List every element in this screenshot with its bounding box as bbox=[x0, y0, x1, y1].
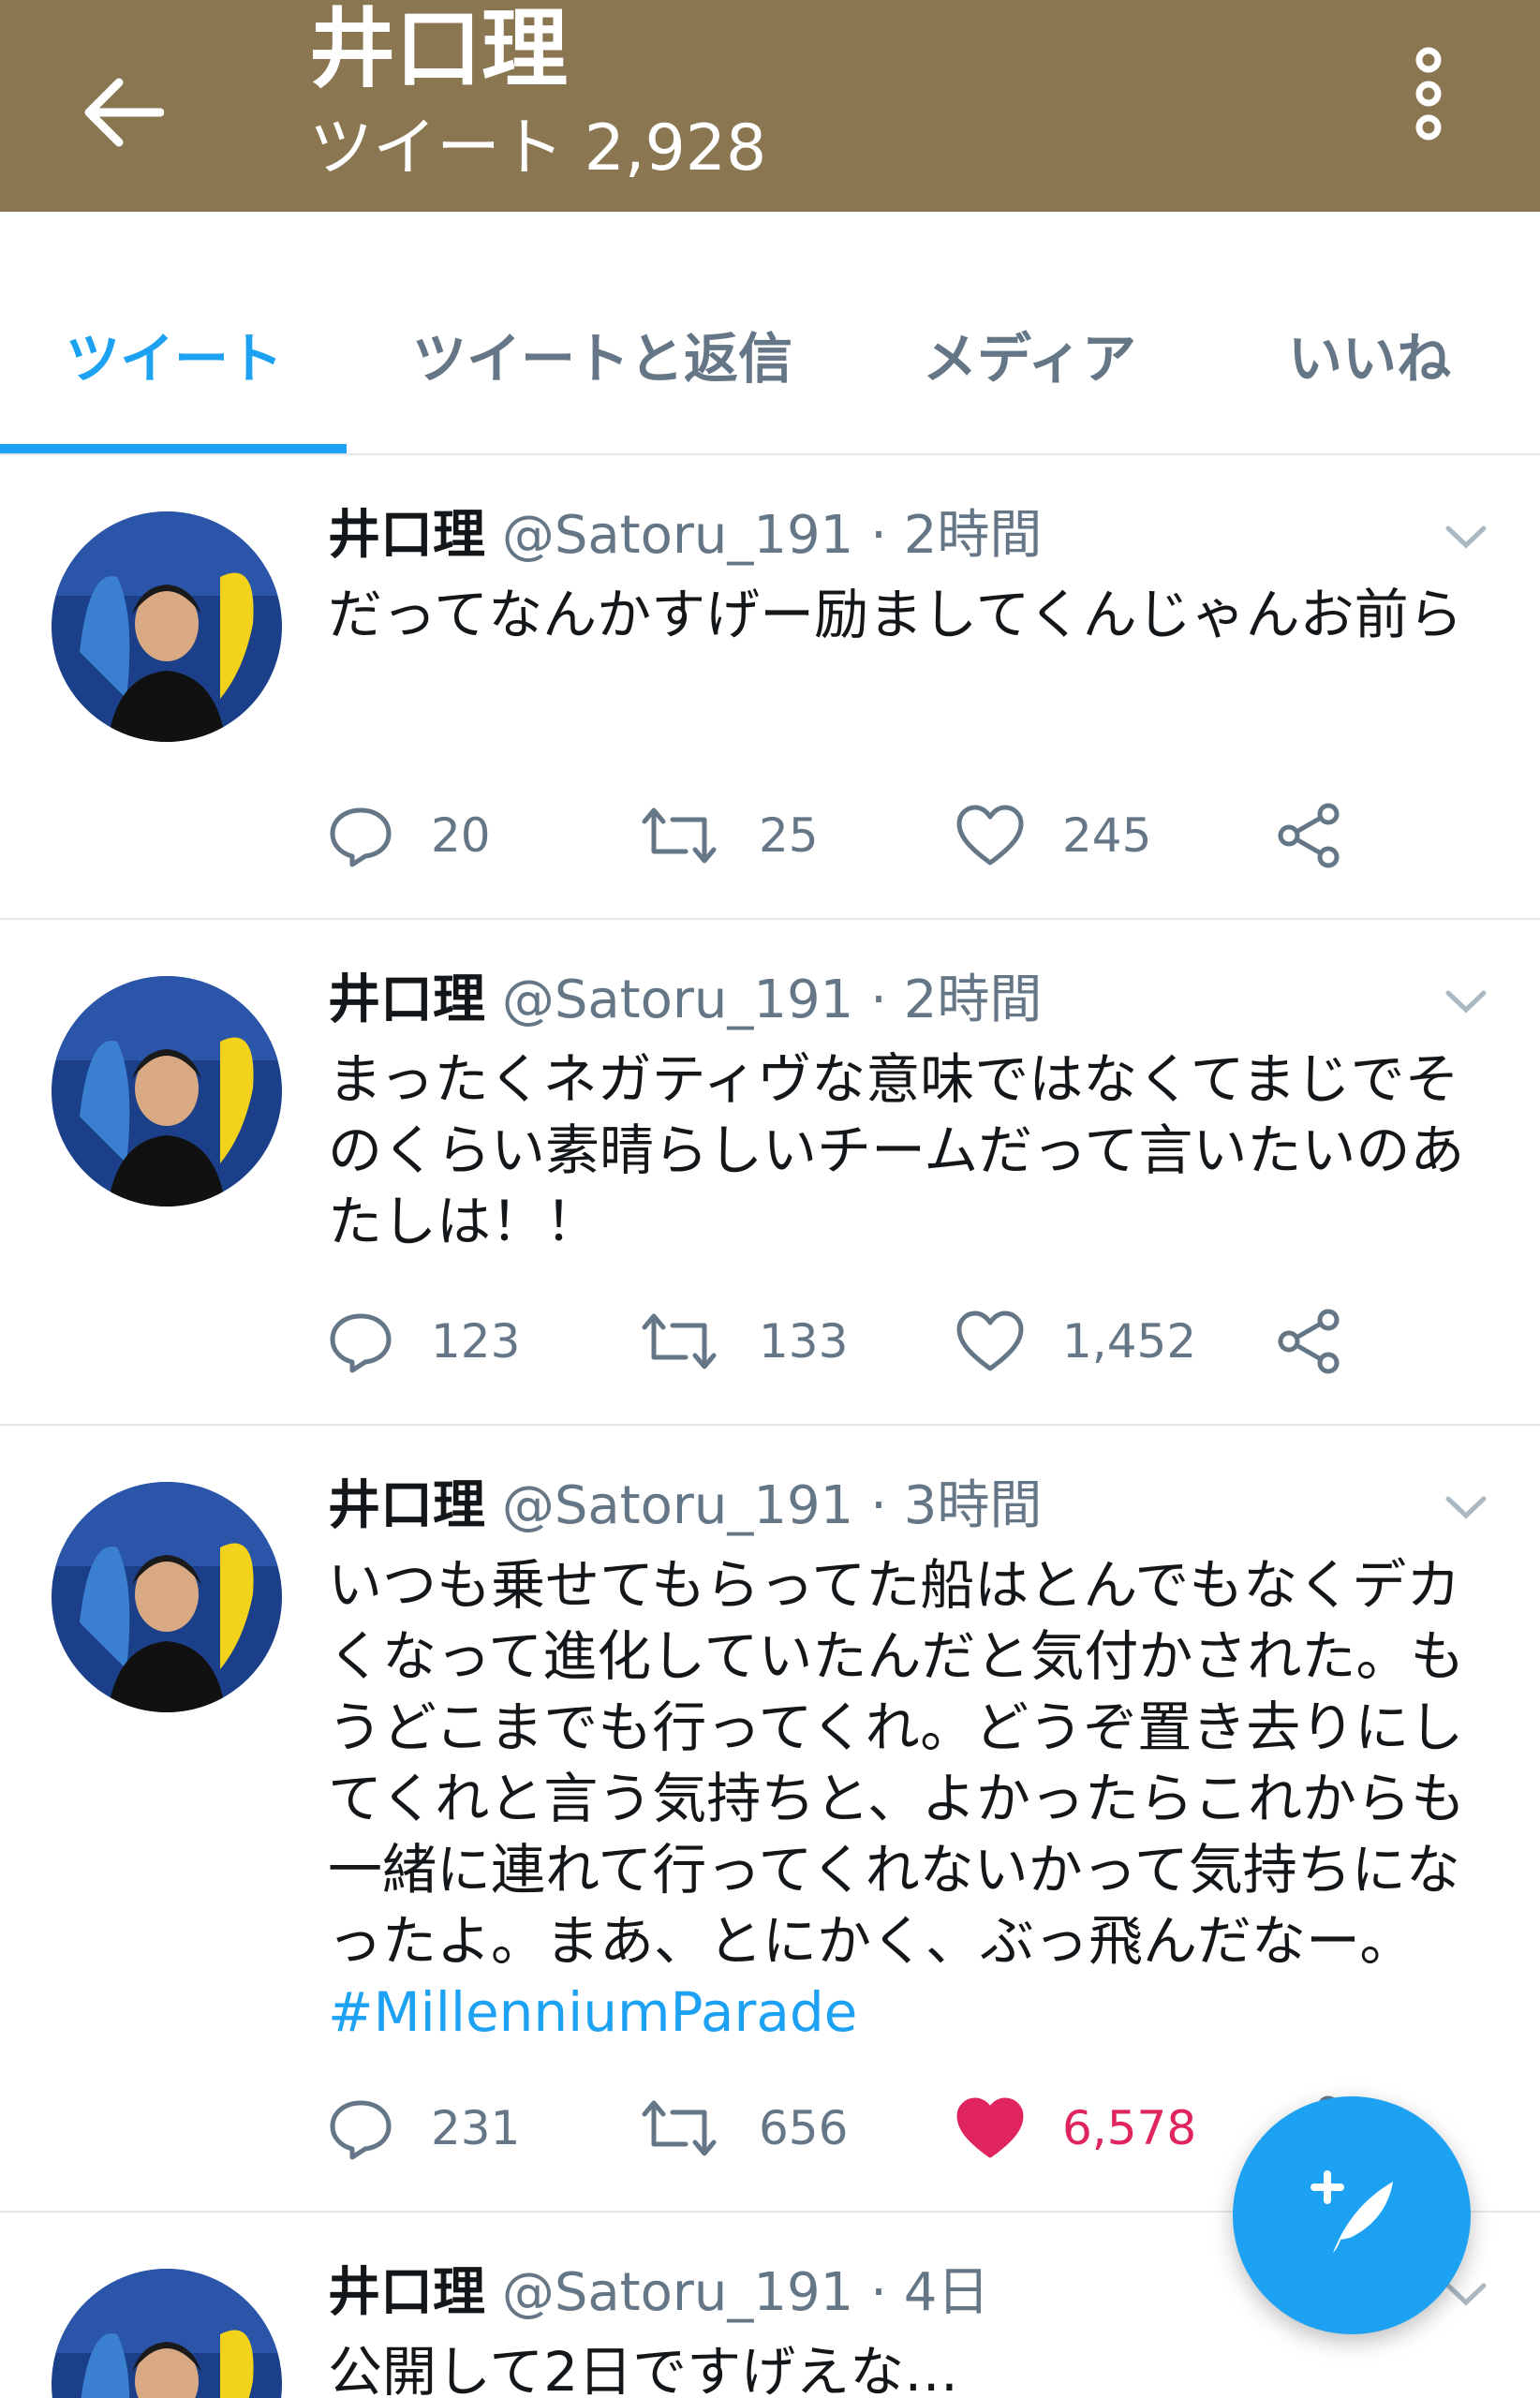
tab-tweets-and-replies[interactable]: ツイートと返信 bbox=[412, 315, 792, 393]
heart-icon bbox=[956, 805, 1024, 866]
retweet-button[interactable]: 133 bbox=[637, 1304, 848, 1379]
arrow-left-icon bbox=[84, 78, 164, 147]
like-button[interactable]: 1,452 bbox=[955, 1304, 1196, 1379]
tweet-handle[interactable]: @Satoru_191 bbox=[502, 2262, 853, 2323]
reply-button[interactable]: 123 bbox=[328, 1304, 520, 1379]
like-button[interactable]: 6,578 bbox=[955, 2091, 1196, 2166]
back-button[interactable] bbox=[56, 47, 187, 178]
retweet-icon bbox=[642, 2100, 717, 2156]
reply-icon bbox=[330, 807, 392, 867]
tweet-actions: 123 133 1,452 bbox=[328, 1304, 1405, 1379]
share-icon bbox=[1278, 803, 1340, 868]
reply-button[interactable]: 231 bbox=[328, 2091, 520, 2166]
tweet-header: 井口理 @Satoru_191 · 2時間 bbox=[328, 969, 1042, 1031]
retweet-button[interactable]: 25 bbox=[637, 798, 819, 873]
avatar[interactable] bbox=[52, 976, 282, 1206]
tab-tweets[interactable]: ツイート bbox=[66, 315, 283, 393]
retweet-icon bbox=[642, 807, 717, 864]
tweet-header: 井口理 @Satoru_191 · 2時間 bbox=[328, 504, 1042, 567]
retweet-icon bbox=[642, 1313, 717, 1369]
tweet[interactable]: 井口理 @Satoru_191 · 3時間 いつも乗せてもらってた船はとんでもな… bbox=[0, 1426, 1540, 2213]
tweet-author-name[interactable]: 井口理 bbox=[328, 1475, 485, 1536]
tweet-actions: 231 656 6,578 bbox=[328, 2091, 1405, 2166]
tweet-time: · 2時間 bbox=[870, 970, 1043, 1030]
share-button[interactable] bbox=[1274, 798, 1343, 873]
retweet-button[interactable]: 656 bbox=[637, 2091, 848, 2166]
profile-header: 井口理 ツイート 2,928 bbox=[0, 0, 1540, 212]
profile-tabs: ツイート ツイートと返信 メディア いいね bbox=[0, 212, 1540, 455]
tweet-handle[interactable]: @Satoru_191 bbox=[502, 505, 853, 566]
tweet-text: いつも乗せてもらってた船はとんでもなくデカくなって進化していたんだと気付かされた… bbox=[328, 1553, 1465, 1973]
like-count: 1,452 bbox=[1062, 1314, 1197, 1369]
like-count: 6,578 bbox=[1062, 2101, 1197, 2155]
compose-tweet-button[interactable] bbox=[1233, 2096, 1471, 2334]
tweet-text: だってなんかすげー励ましてくんじゃんお前ら bbox=[328, 583, 1463, 646]
reply-icon bbox=[330, 1313, 392, 1373]
avatar[interactable] bbox=[52, 2269, 282, 2398]
tab-likes[interactable]: いいね bbox=[1288, 315, 1451, 393]
tweet-time: · 2時間 bbox=[870, 505, 1043, 566]
reply-count: 20 bbox=[431, 808, 491, 863]
tweet-time: · 3時間 bbox=[870, 1475, 1043, 1536]
chevron-down-icon[interactable] bbox=[1443, 513, 1489, 560]
active-tab-indicator bbox=[0, 444, 347, 453]
tweet-actions: 20 25 245 bbox=[328, 798, 1405, 873]
tweet[interactable]: 井口理 @Satoru_191 · 2時間 だってなんかすげー励ましてくんじゃん… bbox=[0, 455, 1540, 920]
compose-tweet-icon bbox=[1310, 2170, 1393, 2253]
hashtag-link[interactable]: #MillenniumParade bbox=[328, 1976, 1489, 2048]
tweet-header: 井口理 @Satoru_191 · 4日 bbox=[328, 2261, 989, 2324]
chevron-down-icon[interactable] bbox=[1443, 1484, 1489, 1531]
tweet-count: ツイート 2,928 bbox=[309, 111, 767, 185]
tweet-author-name[interactable]: 井口理 bbox=[328, 2262, 485, 2323]
heart-filled-icon bbox=[956, 2097, 1024, 2158]
reply-count: 231 bbox=[431, 2101, 521, 2155]
tweet-time: · 4日 bbox=[870, 2262, 990, 2323]
retweet-count: 25 bbox=[759, 808, 819, 863]
profile-name: 井口理 bbox=[309, 0, 569, 99]
retweet-count: 656 bbox=[759, 2101, 849, 2155]
tweet-text: まったくネガティヴな意味ではなくてまじでそのくらい素晴らしいチームだって言いたい… bbox=[328, 1047, 1465, 1253]
avatar[interactable] bbox=[52, 1482, 282, 1712]
reply-button[interactable]: 20 bbox=[328, 798, 491, 873]
more-options-button[interactable] bbox=[1386, 37, 1471, 150]
tweet-text-block: いつも乗せてもらってた船はとんでもなくデカくなって進化していたんだと気付かされた… bbox=[328, 1549, 1489, 2048]
retweet-count: 133 bbox=[759, 1314, 849, 1369]
tweet-author-name[interactable]: 井口理 bbox=[328, 505, 485, 566]
reply-icon bbox=[330, 2100, 392, 2160]
like-count: 245 bbox=[1062, 808, 1152, 863]
tweet[interactable]: 井口理 @Satoru_191 · 2時間 まったくネガティヴな意味ではなくてま… bbox=[0, 920, 1540, 1426]
chevron-down-icon[interactable] bbox=[1443, 978, 1489, 1025]
tab-media[interactable]: メディア bbox=[923, 315, 1136, 393]
tweet-text: 公開して2日ですげえな… bbox=[328, 2340, 959, 2398]
avatar[interactable] bbox=[52, 511, 282, 742]
tweet-handle[interactable]: @Satoru_191 bbox=[502, 970, 853, 1030]
reply-count: 123 bbox=[431, 1314, 521, 1369]
more-vertical-icon bbox=[1415, 47, 1442, 141]
tweet-author-name[interactable]: 井口理 bbox=[328, 970, 485, 1030]
tweet-header: 井口理 @Satoru_191 · 3時間 bbox=[328, 1474, 1042, 1537]
share-button[interactable] bbox=[1274, 1304, 1343, 1379]
like-button[interactable]: 245 bbox=[955, 798, 1151, 873]
tweet-handle[interactable]: @Satoru_191 bbox=[502, 1475, 853, 1536]
share-icon bbox=[1278, 1309, 1340, 1374]
heart-icon bbox=[956, 1310, 1024, 1371]
